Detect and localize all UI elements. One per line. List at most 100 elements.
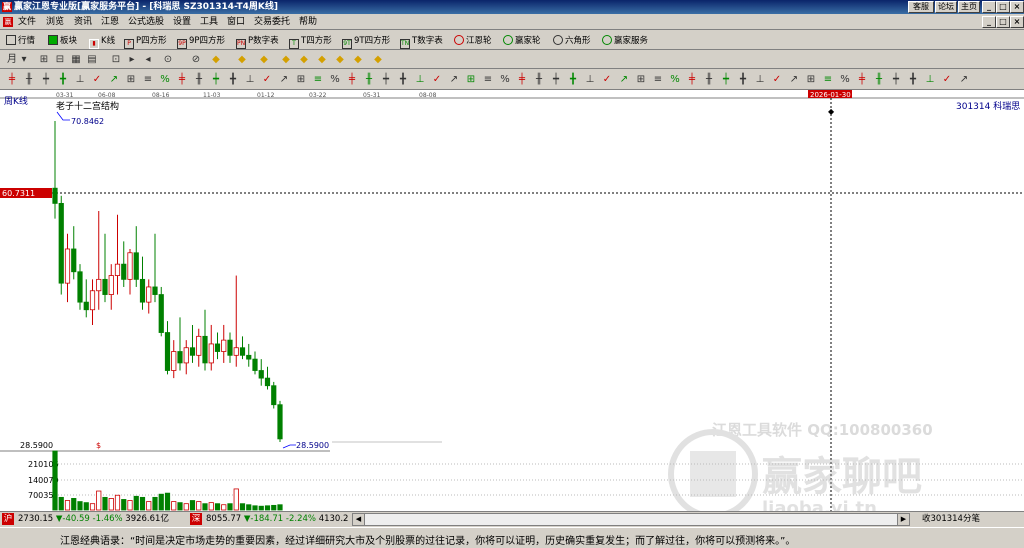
indicator-tool-icon[interactable]: % [499,74,511,86]
link-homepage[interactable]: 主页 [958,1,980,13]
indicator-tool-icon[interactable]: ╫ [703,74,715,86]
dropdown-icon[interactable]: ▾ [18,54,30,66]
circle-icon[interactable]: ⊙ [162,54,174,66]
indicator-tool-icon[interactable]: % [839,74,851,86]
tool-winner-service[interactable]: 赢家服务 [602,34,648,48]
indicator-tool-icon[interactable]: ↗ [278,74,290,86]
indicator-tool-icon[interactable]: ╋ [567,74,579,86]
indicator-tool-icon[interactable]: ⊞ [635,74,647,86]
indicator-tool-icon[interactable]: ≡ [312,74,324,86]
zoom-icon[interactable]: ⊡ [110,54,122,66]
menu-formula[interactable]: 公式选股 [128,16,164,28]
cancel-icon[interactable]: ⊘ [190,54,202,66]
tool-9p-square[interactable]: 9P 9P四方形 [177,34,225,49]
indicator-tool-icon[interactable]: ✓ [91,74,103,86]
sz-index-icon[interactable]: 深 [190,513,202,525]
indicator-tool-icon[interactable]: ┿ [210,74,222,86]
link-customer-service[interactable]: 客服 [908,1,934,13]
play-icon[interactable]: ▸ [126,54,138,66]
diamond-icon[interactable]: ◆ [316,54,328,66]
mdi-minimize-button[interactable]: _ [982,16,996,28]
indicator-tool-icon[interactable]: ╪ [176,74,188,86]
indicator-tool-icon[interactable]: ≡ [652,74,664,86]
link-forum[interactable]: 论坛 [935,1,957,13]
tool-p-table[interactable]: PN P数字表 [236,34,279,49]
tool-quote[interactable]: 行情 [6,34,35,48]
indicator-tool-icon[interactable]: ⊞ [805,74,817,86]
indicator-tool-icon[interactable]: ╫ [23,74,35,86]
menu-trade[interactable]: 交易委托 [254,16,290,28]
indicator-tool-icon[interactable]: ╪ [686,74,698,86]
close-button[interactable]: × [1010,1,1024,13]
menu-window[interactable]: 窗口 [227,16,245,28]
indicator-tool-icon[interactable]: ⊥ [244,74,256,86]
diamond-icon[interactable]: ◆ [280,54,292,66]
indicator-tool-icon[interactable]: ⊥ [584,74,596,86]
indicator-tool-icon[interactable]: ≡ [822,74,834,86]
kline-chart-area[interactable]: 03-31 06-08 08-16 11-03 01-12 03-22 05-31 08-08… [0,90,1024,511]
maximize-button[interactable]: □ [996,1,1010,13]
indicator-tool-icon[interactable]: ╫ [533,74,545,86]
menu-gann[interactable]: 江恩 [101,16,119,28]
indicator-tool-icon[interactable]: ✓ [431,74,443,86]
indicator-tool-icon[interactable]: ↗ [108,74,120,86]
diamond-icon[interactable]: ◆ [210,54,222,66]
indicator-tool-icon[interactable]: ╫ [873,74,885,86]
indicator-tool-icon[interactable]: ┿ [550,74,562,86]
indicator-tool-icon[interactable]: ╋ [227,74,239,86]
indicator-tool-icon[interactable]: ╪ [516,74,528,86]
indicator-tool-icon[interactable]: ┿ [40,74,52,86]
tool-gann-wheel[interactable]: 江恩轮 [454,34,492,48]
indicator-tool-icon[interactable]: ⊞ [465,74,477,86]
indicator-tool-icon[interactable]: ┿ [890,74,902,86]
back-icon[interactable]: ◂ [142,54,154,66]
indicator-tool-icon[interactable]: ╫ [363,74,375,86]
indicator-tool-icon[interactable]: ╫ [193,74,205,86]
diamond-icon[interactable]: ◆ [298,54,310,66]
indicator-tool-icon[interactable]: ╋ [907,74,919,86]
grid-icon[interactable]: ▤ [86,54,98,66]
tool-winner-wheel[interactable]: 赢家轮 [503,34,541,48]
indicator-tool-icon[interactable]: ⊞ [295,74,307,86]
minimize-button[interactable]: _ [982,1,996,13]
menu-file[interactable]: 文件 [18,16,36,28]
horizontal-scrollbar[interactable]: ◀ ▶ [352,513,910,526]
mdi-restore-button[interactable]: □ [996,16,1010,28]
indicator-tool-icon[interactable]: ╪ [346,74,358,86]
indicator-tool-icon[interactable]: ✓ [601,74,613,86]
sh-index-icon[interactable]: 沪 [2,513,14,525]
tool-hexagon[interactable]: 六角形 [553,34,591,48]
indicator-tool-icon[interactable]: ⊥ [754,74,766,86]
menu-info[interactable]: 资讯 [74,16,92,28]
sz-index[interactable]: 8055.77 ▼-184.71 -2.24% 4130.2 [206,513,348,526]
indicator-tool-icon[interactable]: ≡ [482,74,494,86]
indicator-tool-icon[interactable]: ╋ [57,74,69,86]
tool-9t-square[interactable]: 9T 9T四方形 [342,34,390,49]
indicator-tool-icon[interactable]: ↗ [788,74,800,86]
indicator-tool-icon[interactable]: ↗ [618,74,630,86]
indicator-tool-icon[interactable]: % [329,74,341,86]
tool-t-table[interactable]: TN T数字表 [400,34,443,49]
diamond-icon[interactable]: ◆ [372,54,384,66]
diamond-icon[interactable]: ◆ [334,54,346,66]
indicator-tool-icon[interactable]: ╋ [737,74,749,86]
indicator-tool-icon[interactable]: ┿ [720,74,732,86]
indicator-tool-icon[interactable]: ⊥ [414,74,426,86]
tick-data-label[interactable]: 收301314分笔 [922,513,980,526]
indicator-tool-icon[interactable]: ╪ [6,74,18,86]
menu-help[interactable]: 帮助 [299,16,317,28]
grid-icon[interactable]: ⊟ [54,54,66,66]
indicator-tool-icon[interactable]: ┿ [380,74,392,86]
diamond-icon[interactable]: ◆ [258,54,270,66]
indicator-tool-icon[interactable]: ↗ [448,74,460,86]
scroll-left-arrow[interactable]: ◀ [353,514,365,525]
tool-kline[interactable]: ▮ K线 [89,34,115,49]
tool-sector[interactable]: 板块 [48,34,77,48]
indicator-tool-icon[interactable]: ╋ [397,74,409,86]
period-icon[interactable]: 月 [6,54,18,66]
grid-icon[interactable]: ▦ [70,54,82,66]
indicator-tool-icon[interactable]: ⊞ [125,74,137,86]
indicator-tool-icon[interactable]: ⊥ [74,74,86,86]
tool-p-square[interactable]: P P四方形 [124,34,167,49]
indicator-tool-icon[interactable]: ✓ [261,74,273,86]
